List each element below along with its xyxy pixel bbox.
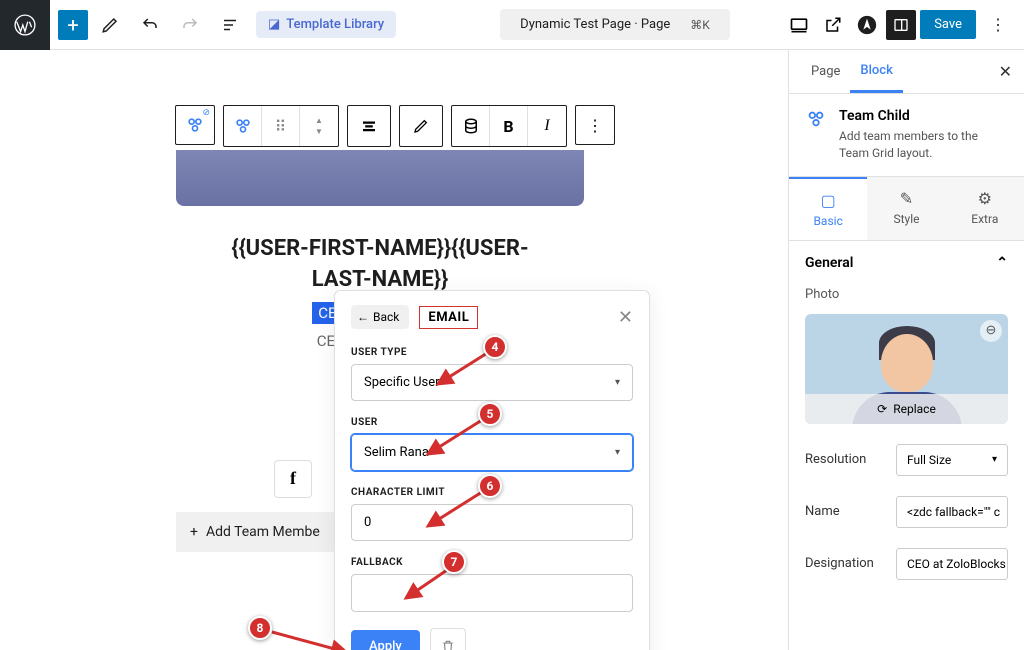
list-view-icon[interactable] [212,7,248,43]
template-library-icon: ◪ [268,17,280,32]
team-child-icon [805,108,827,162]
page-switcher-shortcut: ⌘K [690,18,710,32]
style-icon: ✎ [900,189,913,208]
user-type-label: USER TYPE [351,347,633,358]
device-preview-icon[interactable] [784,10,814,40]
add-block-button[interactable]: + [58,10,88,40]
gear-icon: ⚙ [978,189,992,208]
tab-page[interactable]: Page [801,50,850,93]
user-type-select[interactable]: Specific User ▾ [351,364,633,401]
tab-block[interactable]: Block [850,50,902,93]
fallback-input[interactable] [351,574,633,612]
team-photo-hero [176,150,584,206]
annotation-8: 8 [248,616,272,640]
fallback-label: FALLBACK [351,557,633,568]
dynamic-content-popover: ← Back EMAIL ✕ USER TYPE Specific User ▾… [334,290,650,650]
more-options-icon[interactable]: ⋮ [980,7,1016,43]
back-button[interactable]: ← Back [351,305,409,329]
name-input[interactable]: <zdc fallback="" c [896,496,1008,528]
user-label: USER [351,417,633,428]
edit-icon[interactable] [92,7,128,43]
subtab-extra[interactable]: ⚙ Extra [946,177,1024,240]
wp-logo[interactable] [0,0,50,50]
add-team-member-label: Add Team Membe [206,524,320,540]
email-badge: EMAIL [419,306,478,329]
name-label: Name [805,504,886,519]
resolution-select[interactable]: Full Size ▾ [896,444,1008,476]
arrow-left-icon: ← [357,310,369,324]
close-icon[interactable]: ✕ [618,307,633,328]
designation-label: Designation [805,556,886,571]
save-button[interactable]: Save [920,10,976,39]
replace-photo-button[interactable]: ⟳ Replace [805,394,1008,424]
basic-icon: ▢ [821,191,836,210]
astro-icon[interactable] [852,10,882,40]
replace-icon: ⟳ [877,402,887,416]
close-sidebar-icon[interactable]: ✕ [999,62,1012,81]
block-title: Team Child [839,108,1008,124]
chevron-down-icon: ▾ [992,454,997,465]
undo-icon[interactable] [132,7,168,43]
designation-input[interactable]: CEO at ZoloBlocks [896,548,1008,580]
photo-label: Photo [789,281,1024,308]
external-link-icon[interactable] [818,10,848,40]
add-team-member-button[interactable]: + Add Team Membe [176,512,334,552]
page-switcher-label: Dynamic Test Page · Page [520,17,670,32]
section-general-toggle[interactable]: General ⌃ [789,241,1024,281]
chevron-down-icon: ▾ [615,447,620,458]
template-library-label: Template Library [286,17,384,32]
user-select[interactable]: Selim Rana ▾ [351,434,633,471]
subtab-style[interactable]: ✎ Style [867,177,945,240]
trash-icon[interactable] [430,628,466,650]
settings-sidebar: Page Block ✕ Team Child Add team members… [788,50,1024,650]
page-switcher-button[interactable]: Dynamic Test Page · Page ⌘K [500,9,730,40]
team-member-name: {{USER-FIRST-NAME}}{{USER- LAST-NAME}} [176,234,584,296]
resolution-label: Resolution [805,452,886,467]
chevron-down-icon: ▾ [615,377,620,388]
character-limit-input[interactable]: 0 [351,504,633,541]
sidebar-toggle-icon[interactable] [886,10,916,40]
character-limit-label: CHARACTER LIMIT [351,487,633,498]
redo-icon[interactable] [172,7,208,43]
facebook-icon[interactable]: f [274,460,312,498]
photo-preview[interactable]: ⊖ ⟳ Replace [805,314,1008,424]
remove-photo-icon[interactable]: ⊖ [980,320,1002,342]
back-label: Back [373,310,399,324]
plus-icon: + [190,524,198,540]
template-library-button[interactable]: ◪ Template Library [256,11,396,38]
block-description: Add team members to the Team Grid layout… [839,128,1008,162]
subtab-basic[interactable]: ▢ Basic [789,177,867,240]
chevron-up-icon: ⌃ [996,255,1008,271]
apply-button[interactable]: Apply [351,630,420,650]
